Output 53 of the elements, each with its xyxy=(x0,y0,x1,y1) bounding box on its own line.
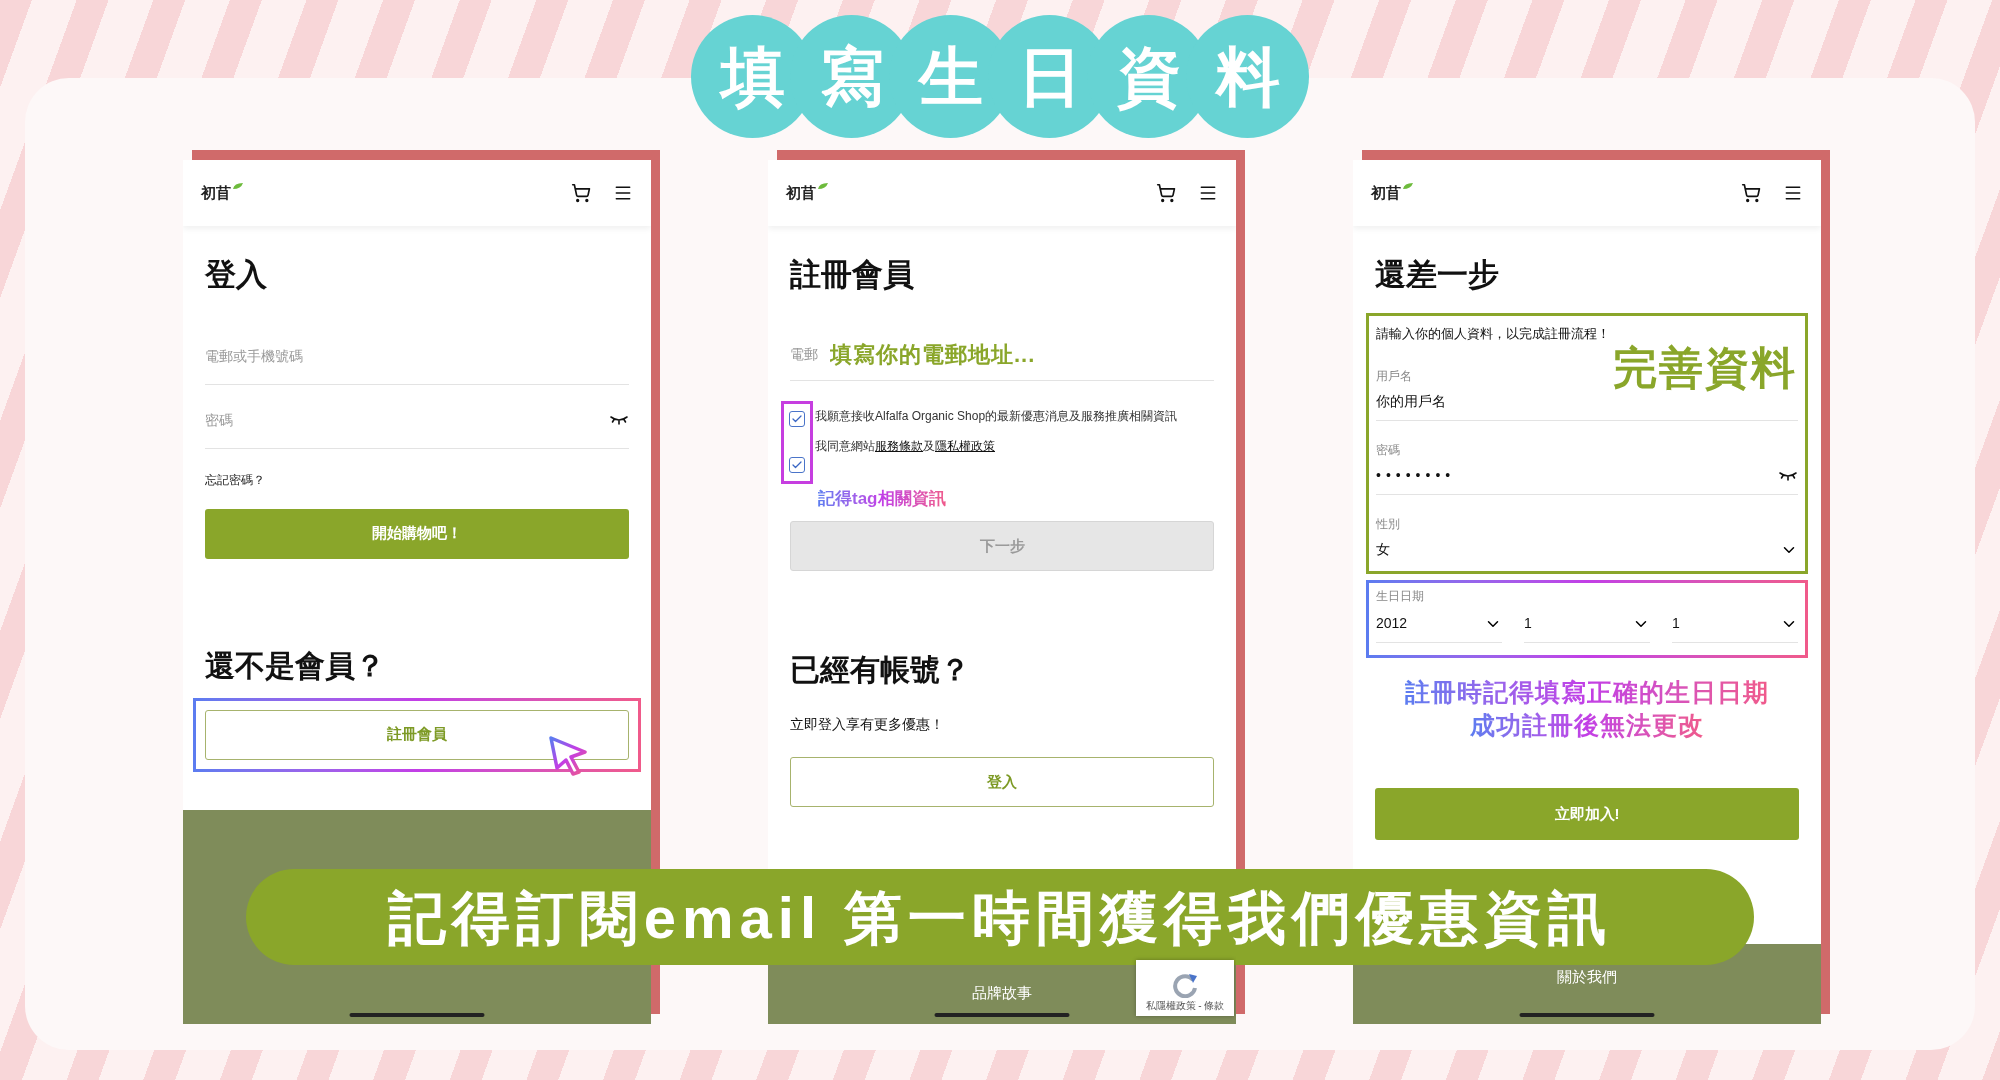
promo-text: 立即登入享有更多優惠！ xyxy=(790,715,945,734)
field-label: 密碼 xyxy=(1376,442,1401,459)
terms-link[interactable]: 服務條款 xyxy=(875,438,923,453)
field-label: 用戶名 xyxy=(1376,368,1413,385)
field-label: 生日日期 xyxy=(1376,588,1425,605)
consent-text: 我願意接收Alfalfa Organic Shop的最新優惠消息及服務推廣相關資訊 xyxy=(815,407,1179,424)
cart-icon[interactable] xyxy=(1156,183,1176,203)
menu-icon[interactable] xyxy=(613,183,633,203)
footer-link[interactable]: 關於我們 xyxy=(1557,966,1617,989)
privacy-link[interactable]: 隱私權政策 xyxy=(935,438,995,453)
annotation-text: 註冊時記得填寫正確的生日日期 xyxy=(1405,676,1769,709)
field-value: 你的用戶名 xyxy=(1376,392,1446,411)
forgot-password-link[interactable]: 忘記密碼？ xyxy=(205,470,629,489)
checkbox[interactable] xyxy=(789,456,805,473)
field-label: 電郵 xyxy=(790,344,818,364)
input-field[interactable]: 電郵或手機號碼 xyxy=(205,345,629,367)
leaf-icon xyxy=(817,182,829,191)
password-field[interactable]: 密碼 xyxy=(205,409,609,431)
banner-text: 記得訂閱email 第一時間獲得我們優惠資訊 xyxy=(387,883,1613,952)
logo-text[interactable]: 初苜 xyxy=(786,181,816,205)
select-field[interactable]: 2012 xyxy=(1376,613,1502,643)
captcha-text: 私隱權政策 - 條款 xyxy=(1145,999,1225,1013)
menu-icon[interactable] xyxy=(1783,183,1803,203)
cart-icon[interactable] xyxy=(1741,183,1761,203)
select-field[interactable]: 性別 女 xyxy=(1376,515,1798,569)
field-label: 性別 xyxy=(1376,516,1401,533)
footer-link[interactable]: 品牌故事 xyxy=(972,982,1032,1005)
field-value: •••••••• xyxy=(1376,466,1456,485)
leaf-icon xyxy=(232,182,244,191)
leaf-icon xyxy=(1402,182,1414,191)
next-button: 下一步 xyxy=(790,521,1214,571)
cart-icon[interactable] xyxy=(571,183,591,203)
logo-text[interactable]: 初苜 xyxy=(1371,181,1401,205)
captcha-badge[interactable]: 私隱權政策 - 條款 xyxy=(1136,960,1234,1016)
intro-text: 請輸入你的個人資料，以完成註冊流程！ xyxy=(1376,324,1611,343)
logo-text[interactable]: 初苜 xyxy=(201,181,231,205)
page-heading: 註冊會員 xyxy=(790,256,915,294)
email-field[interactable]: 填寫你的電郵地址... xyxy=(830,337,1214,371)
annotation-text: 成功註冊後無法更改 xyxy=(1470,709,1704,742)
eye-closed-icon[interactable] xyxy=(609,415,629,425)
page-heading: 還差一步 xyxy=(1375,256,1500,294)
select-field[interactable]: 1 xyxy=(1524,613,1650,643)
checkbox[interactable] xyxy=(789,410,805,427)
input-field[interactable]: 密碼 •••••••• xyxy=(1376,441,1798,495)
section-heading: 還不是會員？ xyxy=(205,647,386,684)
eye-closed-icon[interactable] xyxy=(1778,470,1798,481)
consent-text: 我同意網站服務條款及隱私權政策 xyxy=(815,437,996,454)
menu-icon[interactable] xyxy=(1198,183,1218,203)
page-heading: 登入 xyxy=(205,256,268,294)
field-value: 女 xyxy=(1376,540,1390,559)
select-field[interactable]: 1 xyxy=(1672,613,1798,643)
refresh-icon xyxy=(1171,972,1199,998)
section-heading: 已經有帳號？ xyxy=(790,652,971,688)
